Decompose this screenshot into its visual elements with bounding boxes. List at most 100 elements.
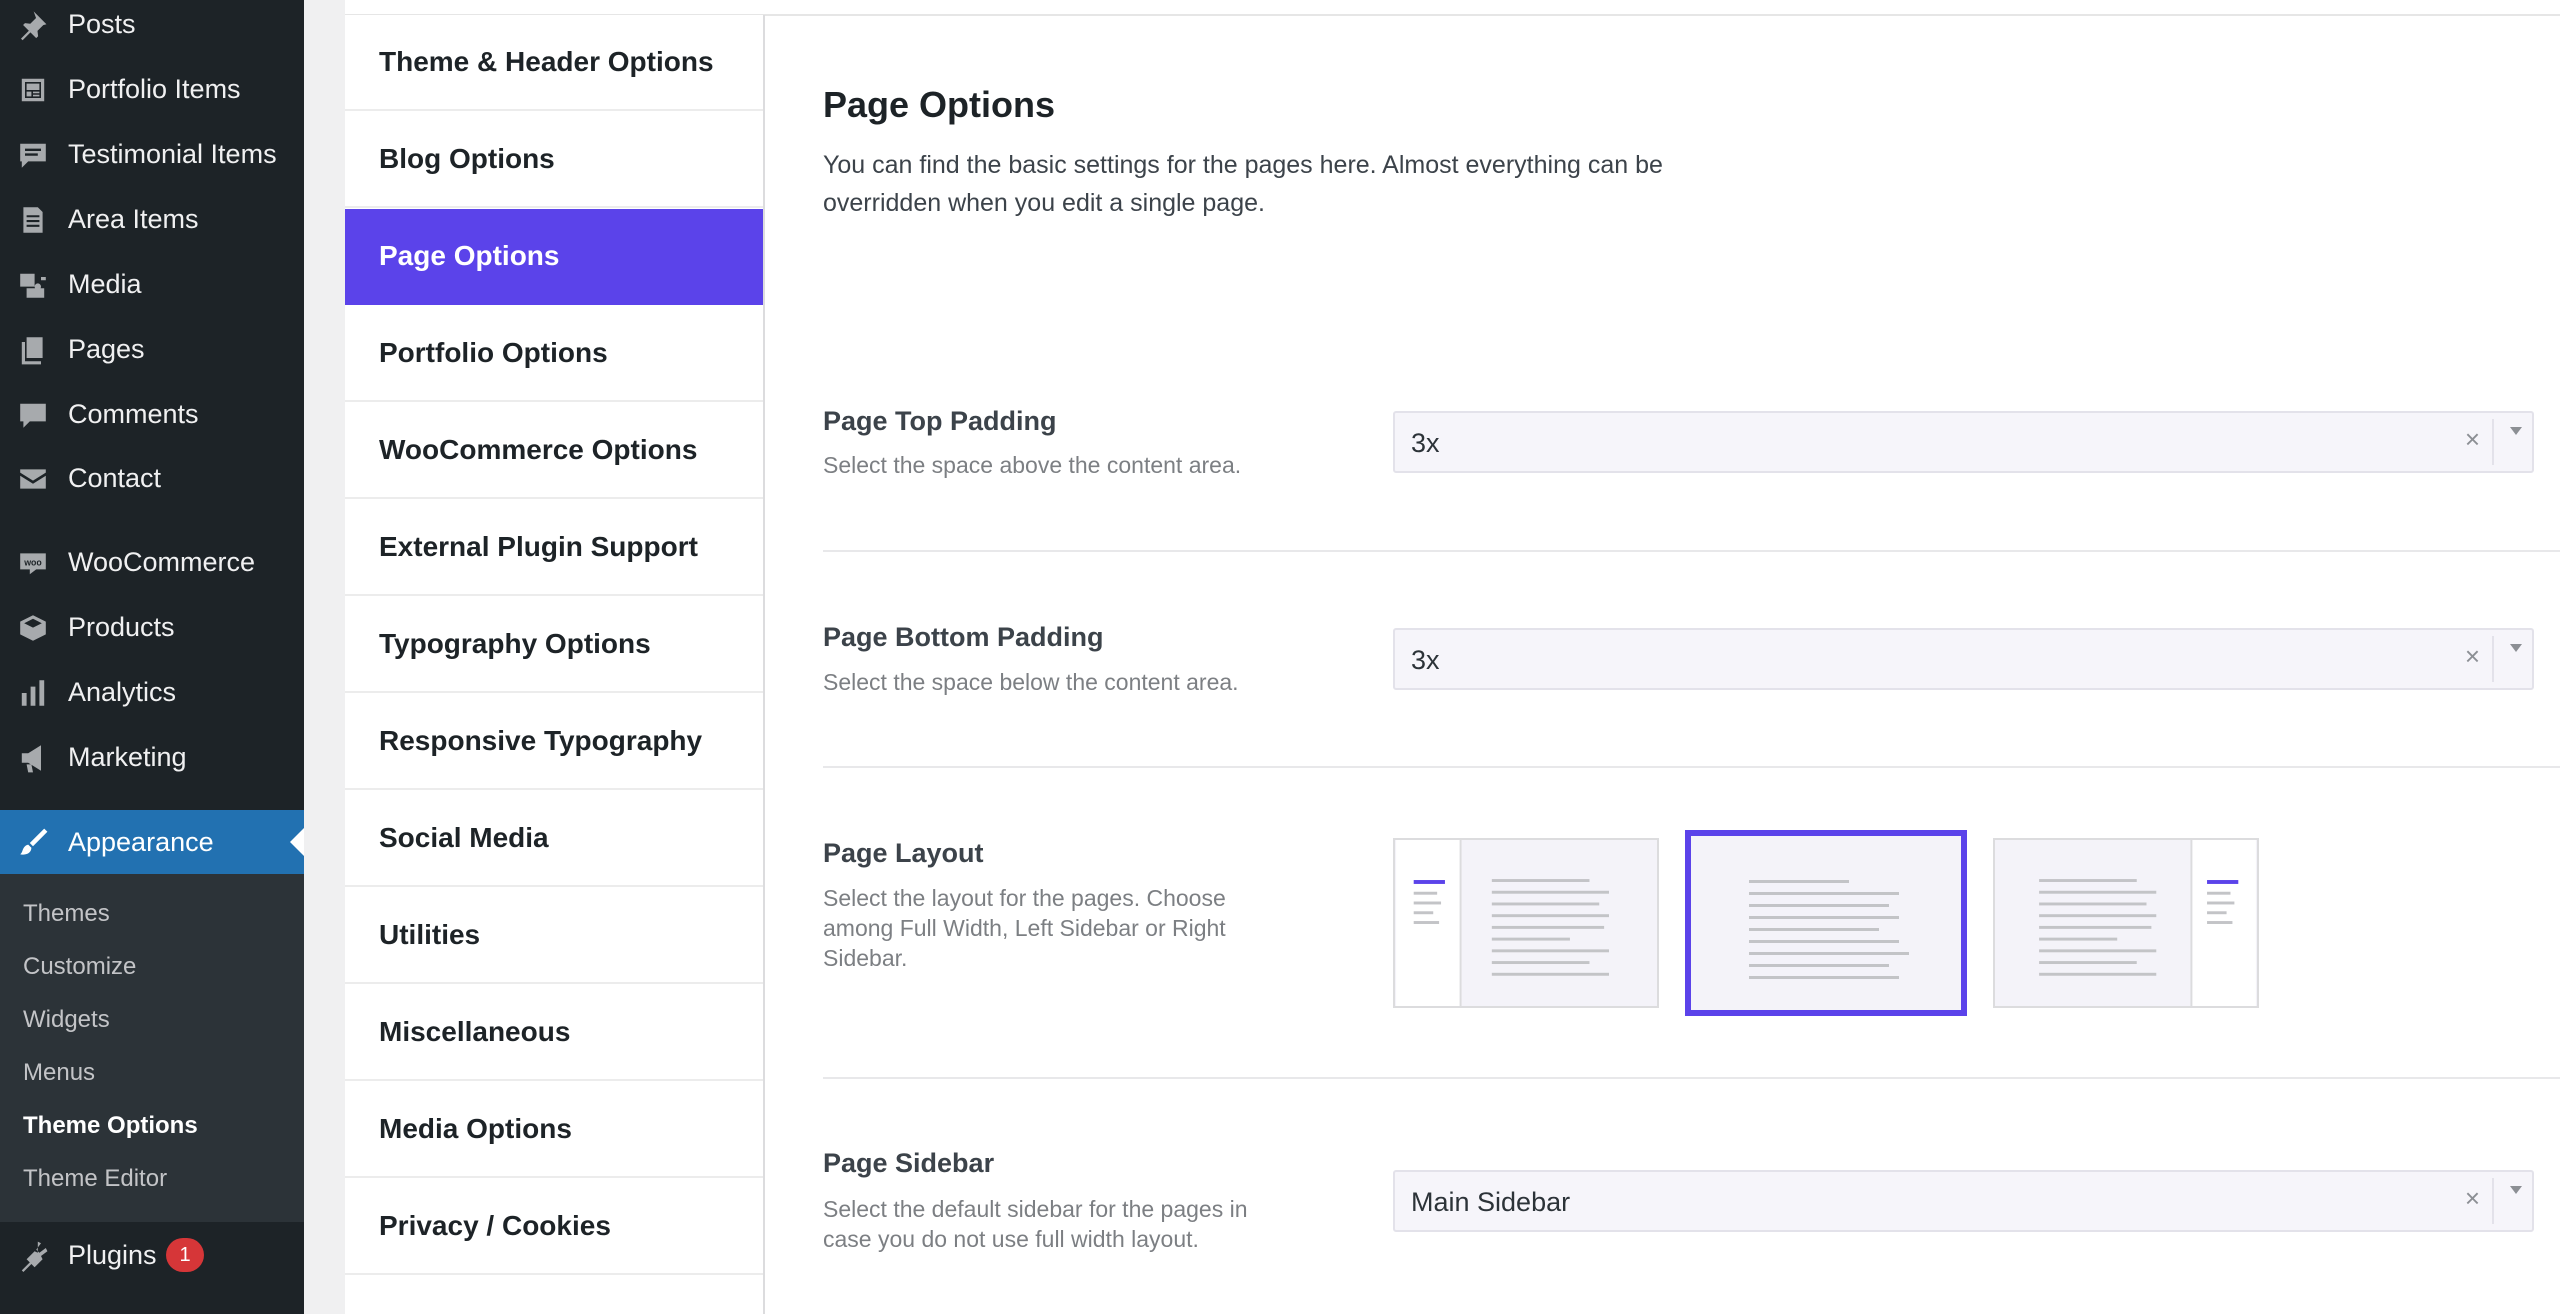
select-value: 3x [1411, 645, 1440, 675]
menu-label: Appearance [68, 826, 214, 857]
options-nav-social-media[interactable]: Social Media [345, 791, 763, 887]
options-nav-woocommerce[interactable]: WooCommerce Options [345, 403, 763, 499]
menu-label: WooCommerce [68, 546, 256, 577]
field-divider [823, 766, 2560, 768]
submenu-widgets[interactable]: Widgets [23, 1006, 110, 1034]
products-icon [16, 611, 50, 645]
bottom-padding-select[interactable]: 3x × [1393, 628, 2534, 690]
bottom-padding-label: Page Bottom Padding [823, 622, 1104, 652]
submenu-themes[interactable]: Themes [23, 900, 110, 928]
chevron-down-icon[interactable] [2510, 1186, 2522, 1194]
clear-icon[interactable]: × [2465, 1183, 2480, 1214]
woo-icon: woo [16, 546, 50, 580]
right-sidebar-layout-icon [2039, 840, 2256, 1006]
menu-label: Analytics [68, 676, 177, 707]
sidebar-label: Page Sidebar [823, 1148, 995, 1178]
menu-label: Contact [68, 462, 162, 493]
megaphone-icon [16, 741, 50, 775]
pin-icon [16, 8, 50, 42]
layout-label: Page Layout [823, 838, 984, 868]
options-nav-typography[interactable]: Typography Options [345, 597, 763, 693]
menu-label: Marketing [68, 741, 187, 772]
select-value: Main Sidebar [1411, 1187, 1571, 1217]
menu-item-portfolio-items[interactable]: Portfolio Items [0, 57, 304, 121]
select-divider [2492, 1178, 2494, 1224]
submenu-menus[interactable]: Menus [23, 1059, 95, 1087]
menu-item-plugins[interactable]: Plugins [0, 1223, 304, 1287]
layout-left-sidebar-option[interactable] [1393, 838, 1659, 1008]
chevron-down-icon[interactable] [2510, 644, 2522, 652]
submenu-customize[interactable]: Customize [23, 953, 136, 981]
menu-item-woocommerce[interactable]: woo WooCommerce [0, 530, 304, 594]
menu-label: Pages [68, 333, 145, 364]
menu-label: Posts [68, 8, 136, 39]
menu-item-comments[interactable]: Comments [0, 382, 304, 446]
menu-item-testimonial-items[interactable]: Testimonial Items [0, 122, 304, 186]
options-nav: Theme & Header Options Blog Options Page… [345, 15, 765, 1314]
menu-item-media[interactable]: Media [0, 252, 304, 316]
page-title: Page Options [823, 84, 1056, 125]
current-menu-arrow [290, 828, 304, 856]
menu-item-appearance[interactable]: Appearance [0, 810, 304, 874]
menu-item-products[interactable]: Products [0, 595, 304, 659]
options-nav-external-plugin-support[interactable]: External Plugin Support [345, 500, 763, 596]
bottom-padding-description: Select the space below the content area. [823, 669, 1239, 695]
options-nav-utilities[interactable]: Utilities [345, 888, 763, 984]
portfolio-icon [16, 73, 50, 107]
menu-item-posts[interactable]: Posts [0, 0, 304, 56]
sidebar-select[interactable]: Main Sidebar × [1393, 1170, 2534, 1232]
top-padding-label: Page Top Padding [823, 406, 1057, 436]
options-nav-page[interactable]: Page Options [345, 209, 763, 305]
comment-icon [16, 138, 50, 172]
field-divider [823, 1077, 2560, 1079]
svg-text:woo: woo [23, 557, 42, 567]
top-padding-select[interactable]: 3x × [1393, 411, 2534, 473]
submenu-theme-editor[interactable]: Theme Editor [23, 1165, 167, 1193]
menu-label: Comments [68, 398, 199, 429]
menu-label: Plugins [68, 1239, 157, 1270]
comment-icon [16, 398, 50, 432]
clear-icon[interactable]: × [2465, 641, 2480, 672]
menu-item-area-items[interactable]: Area Items [0, 187, 304, 251]
top-padding-description: Select the space above the content area. [823, 452, 1242, 478]
layout-right-sidebar-option[interactable] [1993, 838, 2259, 1008]
menu-item-marketing[interactable]: Marketing [0, 725, 304, 789]
pages-icon [16, 333, 50, 367]
mail-icon [16, 462, 50, 496]
layout-full-width-option[interactable] [1685, 830, 1967, 1016]
full-width-layout-icon [1749, 880, 1909, 979]
menu-label: Portfolio Items [68, 73, 241, 104]
page-icon [16, 203, 50, 237]
plugins-update-badge: 1 [166, 1238, 204, 1272]
chevron-down-icon[interactable] [2510, 427, 2522, 435]
submenu-theme-options[interactable]: Theme Options [23, 1112, 198, 1140]
bar-chart-icon [16, 676, 50, 710]
options-nav-miscellaneous[interactable]: Miscellaneous [345, 985, 763, 1081]
menu-item-contact[interactable]: Contact [0, 446, 304, 510]
left-sidebar-layout-icon [1396, 840, 1609, 1006]
menu-label: Products [68, 611, 175, 642]
menu-item-analytics[interactable]: Analytics [0, 660, 304, 724]
menu-label: Area Items [68, 203, 199, 234]
menu-label: Testimonial Items [68, 138, 277, 169]
select-divider [2492, 636, 2494, 682]
menu-label: Media [68, 268, 142, 299]
select-value: 3x [1411, 428, 1440, 458]
options-nav-portfolio[interactable]: Portfolio Options [345, 306, 763, 402]
brush-icon [16, 826, 50, 860]
field-divider [823, 550, 2560, 552]
layout-description: Select the layout for the pages. Choose … [823, 885, 1226, 971]
plugin-icon [16, 1239, 50, 1273]
media-icon [16, 268, 50, 302]
sidebar-description: Select the default sidebar for the pages… [823, 1196, 1248, 1252]
clear-icon[interactable]: × [2465, 424, 2480, 455]
options-nav-theme-header[interactable]: Theme & Header Options [345, 15, 763, 111]
admin-sidebar: Posts Portfolio Items Testimonial Items … [0, 0, 304, 1314]
menu-item-pages[interactable]: Pages [0, 317, 304, 381]
select-divider [2492, 419, 2494, 465]
options-nav-media[interactable]: Media Options [345, 1082, 763, 1178]
options-nav-responsive-typography[interactable]: Responsive Typography [345, 694, 763, 790]
page-intro: You can find the basic settings for the … [823, 151, 1663, 217]
options-nav-privacy-cookies[interactable]: Privacy / Cookies [345, 1179, 763, 1275]
options-nav-blog[interactable]: Blog Options [345, 112, 763, 208]
